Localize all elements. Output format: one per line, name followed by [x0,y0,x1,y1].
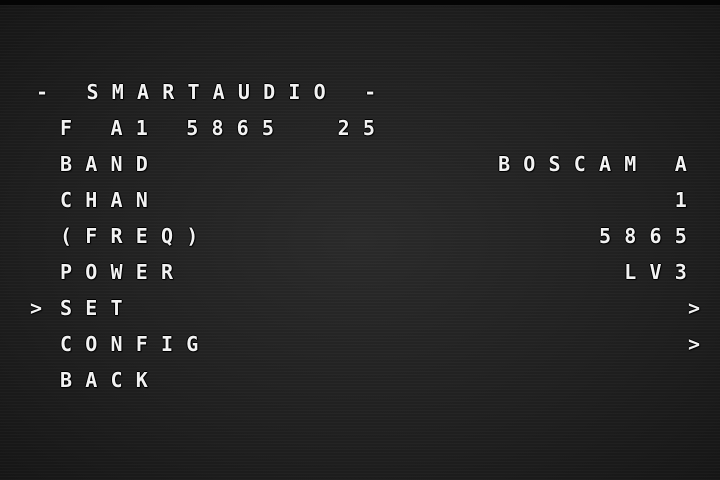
menu-item-chan[interactable]: CHAN [60,182,161,218]
set-submenu-arrow-icon[interactable]: > [688,290,700,326]
config-submenu-arrow-icon[interactable]: > [688,326,700,362]
menu-item-freq[interactable]: (FREQ) [60,218,211,254]
menu-item-power[interactable]: POWER [60,254,186,290]
band-value: BOSCAM A [498,146,700,182]
chan-value-text: 1 [674,188,700,212]
video-top-border [0,0,720,5]
freq-value-text: 5865 [599,224,700,248]
selection-cursor-icon: > [30,296,43,320]
menu-item-back[interactable]: BACK [60,362,161,398]
config-arrow-text: > [687,332,700,356]
freq-value: 5865 [599,218,700,254]
menu-item-config[interactable]: CONFIG [60,326,211,362]
set-arrow-text: > [687,296,700,320]
power-value: LV3 [624,254,700,290]
band-value-text: BOSCAM A [498,152,700,176]
power-value-text: LV3 [624,260,700,284]
menu-title: - SMARTAUDIO - [36,80,390,104]
vtx-status-line: F A1 5865 25 [60,116,389,140]
chan-value: 1 [675,182,700,218]
osd-screen: - SMARTAUDIO - F A1 5865 25 BAND BOSCAM … [0,0,720,480]
menu-item-band[interactable]: BAND [60,146,161,182]
menu-item-set[interactable]: SET [60,290,136,326]
